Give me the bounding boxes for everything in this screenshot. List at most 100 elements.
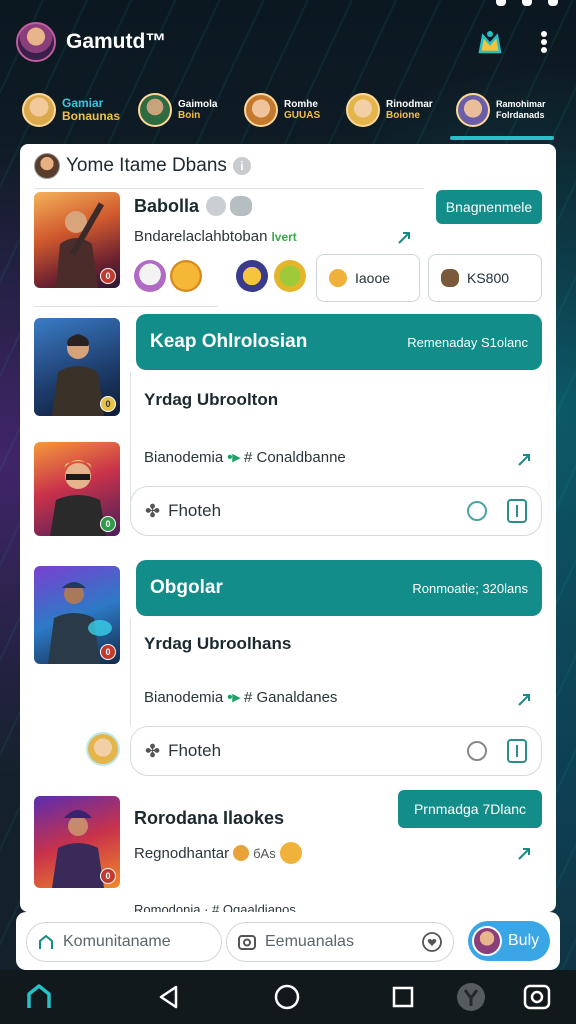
online-icon: •▸ [227,689,240,706]
emoji-button-icon[interactable] [467,741,487,761]
post-action-button[interactable]: Bnagnenmele [436,190,542,224]
thread-meta: Ronmoatie; 320lans [412,580,528,596]
post-tag: бAs [253,845,276,861]
puzzle-icon: ✤ [145,740,161,761]
comment-input[interactable]: Eemuanalas [226,922,454,962]
home-icon [39,934,53,949]
category-avatar [138,93,172,127]
category-item[interactable]: Gamiar Bonaunas [22,82,120,138]
reply-tag[interactable]: # Conaldbanne [244,449,346,466]
category-strip: Gamiar Bonaunas Gaimola Boin Romhe GUUAS… [0,82,576,144]
reaction-chip[interactable]: Iaooe [316,254,420,302]
category-item-active[interactable]: Ramohimar Folrdanads [456,82,546,138]
thread-line [130,618,131,726]
profile-icon[interactable] [456,982,486,1012]
share-icon[interactable] [516,692,532,708]
divider [34,306,218,307]
crown-icon[interactable] [474,26,506,58]
camera-icon [238,935,256,950]
category-item[interactable]: Rinodmar Boione [346,82,433,138]
emoji-button-icon[interactable] [467,501,487,521]
chip-label: KS800 [467,270,510,286]
home-circle-icon[interactable] [272,982,302,1012]
heart-icon[interactable] [421,931,443,953]
post-action-button[interactable]: Prnmadga 7Dlanc [398,790,542,828]
reply-action-bar[interactable]: ✤ Fhoteh [130,726,542,776]
divider [34,188,424,189]
reaction-icon [230,196,252,216]
level-badge: 0 [100,644,116,660]
character-icon [441,269,459,287]
reply-meta: Bianodemia •▸ # Ganaldanes [144,688,337,707]
post-thumbnail[interactable]: 0 [34,192,120,288]
thread-banner[interactable]: Keap Ohlrolosian Remenaday S1olanc [136,314,542,370]
status-icon [548,0,558,6]
reaction-icon [206,196,226,216]
category-label: Romhe [284,99,318,110]
post-author-name[interactable]: Babolla [134,196,199,217]
post-thumbnail[interactable]: 0 [34,318,120,416]
post-thumbnail[interactable]: 0 [34,796,120,888]
more-options-icon[interactable] [532,28,556,56]
category-label: Gaimola [178,99,218,110]
back-icon[interactable] [154,982,184,1012]
post-thumbnail[interactable]: 0 [34,442,120,536]
reply-author[interactable]: Bianodemia [144,689,223,706]
category-sublabel: Boin [178,110,201,121]
post-tag: lvert [271,229,297,244]
camera-switch-icon[interactable] [522,982,552,1012]
category-item[interactable]: Romhe GUUAS [244,82,320,138]
active-tab-indicator [450,136,554,140]
avatar[interactable] [34,153,60,179]
send-label: Buly [508,932,540,949]
attach-icon[interactable] [507,739,527,763]
emoji-icon[interactable] [170,260,202,292]
reply-title: Yrdag Ubroolhans [144,634,292,653]
app-title: Gamutd™ [66,30,167,53]
community-input[interactable]: Komunitaname [26,922,222,962]
share-icon[interactable] [516,846,532,862]
reply-tag[interactable]: # Ganaldanes [244,689,337,706]
post-author-name[interactable]: Rorodana Ilaokes [134,808,284,829]
category-label: Rinodmar [386,99,433,110]
status-icon [522,0,532,6]
emoji-icon [279,842,302,864]
reaction-icons [206,196,252,216]
info-icon[interactable]: i [232,157,251,175]
level-badge: 0 [100,396,116,412]
emoji-icon[interactable] [236,260,268,292]
emoji-icon[interactable] [134,260,166,292]
share-icon[interactable] [396,230,412,246]
chip-label: Iaooe [355,270,391,286]
thread-banner[interactable]: Obgolar Ronmoatie; 320lans [136,560,542,616]
post-thumbnail[interactable]: 0 [34,566,120,664]
category-item[interactable]: Gaimola Boin [138,82,217,138]
reply-title: Yrdag Ubroolton [144,390,279,409]
avatar[interactable] [86,732,120,766]
thread-title: Obgolar [150,577,223,598]
status-icons [496,0,558,8]
post-subtitle-text: Regnodhantar [134,844,230,862]
post-preview-text: Romodonia · # Ogaaldianos [134,902,296,912]
category-sublabel: Bonaunas [62,109,121,123]
send-button[interactable]: Buly [468,921,550,961]
comment-placeholder: Eemuanalas [265,933,354,950]
reply-author[interactable]: Bianodemia [144,449,223,466]
level-badge: 0 [100,868,116,884]
category-sublabel: GUUAS [284,110,321,121]
card-header: Yome Itame Dbans i [34,152,251,180]
reaction-chip[interactable]: KS800 [428,254,542,302]
thread-meta: Remenaday S1olanc [407,334,528,350]
attach-icon[interactable] [507,499,527,523]
category-avatar [346,93,380,127]
emoji-icon[interactable] [274,260,306,292]
avatar [472,926,502,956]
reply-action-bar[interactable]: ✤ Fhoteh [130,486,542,536]
recents-icon[interactable] [388,982,418,1012]
card-title: Yome Itame Dbans [66,155,227,176]
feed-card: Yome Itame Dbans i 0 Babolla Bndarelacla… [20,144,556,912]
share-icon[interactable] [516,452,532,468]
category-label: Ramohimar [496,99,546,109]
app-avatar[interactable] [16,22,56,62]
home-nav-icon[interactable] [24,982,54,1012]
